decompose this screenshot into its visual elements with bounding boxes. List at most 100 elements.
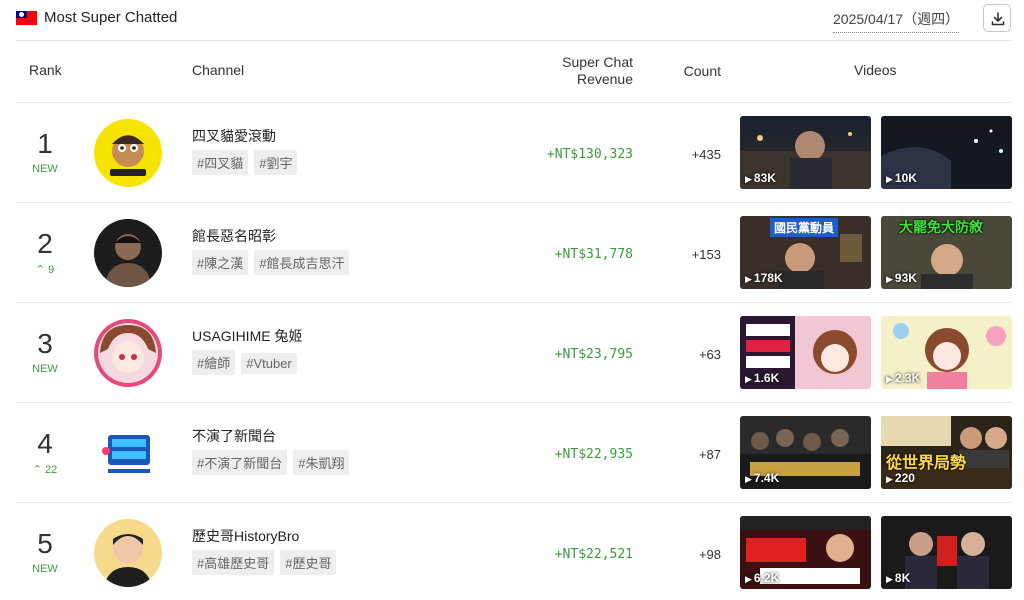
channel-tags: #繪師 #Vtuber <box>192 350 303 375</box>
column-header-revenue[interactable]: Super Chat Revenue <box>520 54 633 88</box>
video-views: 7.4K <box>753 471 780 485</box>
channel-tag[interactable]: #歷史哥 <box>280 550 337 575</box>
table-row[interactable]: 3 NEW USAGIHIME 兔姬 #繪師 #Vtuber +NT$23,795… <box>16 302 1012 402</box>
rank-change: NEW <box>16 363 74 375</box>
video-thumbnail[interactable]: ▶ 7.4K <box>740 416 871 489</box>
channel-tag[interactable]: #高雄歷史哥 <box>192 550 275 575</box>
video-thumbnail[interactable]: ▶ 10K <box>881 116 1012 189</box>
play-icon: ▶ <box>745 274 752 284</box>
channel-tag[interactable]: #繪師 <box>192 350 236 375</box>
video-thumbnail[interactable]: ▶ 8K <box>881 516 1012 589</box>
table-row[interactable]: 1 NEW 四叉貓愛滾動 #四叉貓 #劉宇 +NT$130,323 +435 ▶ 8… <box>16 102 1012 202</box>
table-row[interactable]: 4 ⌃ 22 不演了新聞台 #不演了新聞台 #朱凱翔 +NT$22,935 +87… <box>16 402 1012 502</box>
column-header-rank[interactable]: Rank <box>29 62 62 78</box>
page-title: Most Super Chatted <box>44 9 178 26</box>
date-picker[interactable]: 2025/04/17（週四） <box>833 9 960 33</box>
play-icon: ▶ <box>886 374 893 384</box>
video-views: 6.2K <box>753 571 780 585</box>
top-bar: Most Super Chatted 2025/04/17（週四） <box>0 0 1024 40</box>
play-icon: ▶ <box>745 374 752 384</box>
video-caption: 大罷免大防敘 <box>899 219 983 235</box>
channel-tag[interactable]: #館長成吉思汗 <box>254 250 350 275</box>
video-thumbnail[interactable]: ▶ 2.3K <box>881 316 1012 389</box>
super-chat-count: +87 <box>698 447 721 462</box>
video-thumbnail[interactable]: ▶ 6.2K <box>740 516 871 589</box>
channel-name[interactable]: USAGIHIME 兔姬 <box>192 326 302 346</box>
super-chat-count: +435 <box>691 147 721 162</box>
video-thumbnail[interactable]: 從世界局勢 ▶ 220 <box>881 416 1012 489</box>
column-header-videos: Videos <box>854 62 897 78</box>
video-views: 2.3K <box>894 371 921 385</box>
channel-tag[interactable]: #四叉貓 <box>192 150 249 175</box>
rank-number: 2 <box>37 228 53 259</box>
rank-change: ⌃ 9 <box>16 263 74 276</box>
rank-change: NEW <box>16 163 74 175</box>
column-header-channel: Channel <box>192 62 245 78</box>
channel-tag[interactable]: #朱凱翔 <box>293 450 350 475</box>
avatar[interactable] <box>94 519 162 587</box>
video-thumbnail[interactable]: 國民黨動員 ▶ 178K <box>740 216 871 289</box>
download-icon <box>991 12 1005 26</box>
video-thumbnail[interactable]: ▶ 83K <box>740 116 871 189</box>
column-header-count[interactable]: Count <box>670 63 721 79</box>
column-header-revenue-line2: Revenue <box>576 71 633 87</box>
channel-tags: #四叉貓 #劉宇 <box>192 150 303 175</box>
super-chat-revenue: +NT$22,521 <box>554 547 633 562</box>
avatar[interactable] <box>94 119 162 187</box>
avatar[interactable] <box>94 419 162 487</box>
download-button[interactable] <box>983 4 1011 32</box>
rank-number: 1 <box>37 128 53 159</box>
video-views: 10K <box>894 171 917 185</box>
super-chat-count: +153 <box>691 247 721 262</box>
super-chat-revenue: +NT$31,778 <box>554 247 633 262</box>
channel-tags: #高雄歷史哥 #歷史哥 <box>192 550 342 575</box>
rank-change: ⌃ 22 <box>16 463 74 476</box>
video-views: 1.6K <box>753 371 780 385</box>
channel-name[interactable]: 不演了新聞台 <box>192 426 276 446</box>
channel-name[interactable]: 歷史哥HistoryBro <box>192 526 299 546</box>
channel-tag[interactable]: #劉宇 <box>254 150 298 175</box>
rank-number: 4 <box>37 428 53 459</box>
arrow-up-icon: ⌃ <box>35 264 46 276</box>
channel-tags: #陳之漢 #館長成吉思汗 <box>192 250 355 275</box>
column-header-revenue-line1: Super Chat <box>562 54 633 70</box>
arrow-up-icon: ⌃ <box>32 464 42 476</box>
video-views: 8K <box>894 571 911 585</box>
super-chat-revenue: +NT$130,323 <box>546 147 633 162</box>
rank-number: 5 <box>37 528 53 559</box>
rank-number: 3 <box>37 328 53 359</box>
rank-change-label: NEW <box>32 363 58 375</box>
video-thumbnail[interactable]: 大罷免大防敘 ▶ 93K <box>881 216 1012 289</box>
rank-change: NEW <box>16 563 74 575</box>
video-views: 178K <box>753 271 783 285</box>
channel-name[interactable]: 館長惡名昭彰 <box>192 226 276 246</box>
video-views: 220 <box>894 471 915 485</box>
play-icon: ▶ <box>886 174 893 184</box>
rank-change-value: 9 <box>48 264 55 276</box>
play-icon: ▶ <box>886 474 893 484</box>
super-chat-count: +98 <box>698 547 721 562</box>
play-icon: ▶ <box>745 474 752 484</box>
video-views: 93K <box>894 271 917 285</box>
video-caption: 國民黨動員 <box>770 218 839 237</box>
avatar[interactable] <box>94 319 162 387</box>
channel-tag[interactable]: #不演了新聞台 <box>192 450 288 475</box>
play-icon: ▶ <box>745 174 752 184</box>
rank-change-value: 22 <box>45 464 58 476</box>
top-divider <box>16 40 1012 41</box>
video-views: 83K <box>753 171 776 185</box>
super-chat-revenue: +NT$22,935 <box>554 447 633 462</box>
table-row[interactable]: 5 NEW 歷史哥HistoryBro #高雄歷史哥 #歷史哥 +NT$22,52… <box>16 502 1012 600</box>
channel-tag[interactable]: #陳之漢 <box>192 250 249 275</box>
video-thumbnail[interactable]: ▶ 1.6K <box>740 316 871 389</box>
taiwan-flag-icon <box>16 11 37 25</box>
channel-tags: #不演了新聞台 #朱凱翔 <box>192 450 355 475</box>
rank-change-label: NEW <box>32 563 58 575</box>
channel-tag[interactable]: #Vtuber <box>241 353 297 374</box>
rank-change-label: NEW <box>32 163 58 175</box>
channel-name[interactable]: 四叉貓愛滾動 <box>192 126 276 146</box>
video-caption: 從世界局勢 <box>886 455 967 472</box>
table-row[interactable]: 2 ⌃ 9 館長惡名昭彰 #陳之漢 #館長成吉思汗 +NT$31,778 +153… <box>16 202 1012 302</box>
avatar[interactable] <box>94 219 162 287</box>
play-icon: ▶ <box>745 574 752 584</box>
